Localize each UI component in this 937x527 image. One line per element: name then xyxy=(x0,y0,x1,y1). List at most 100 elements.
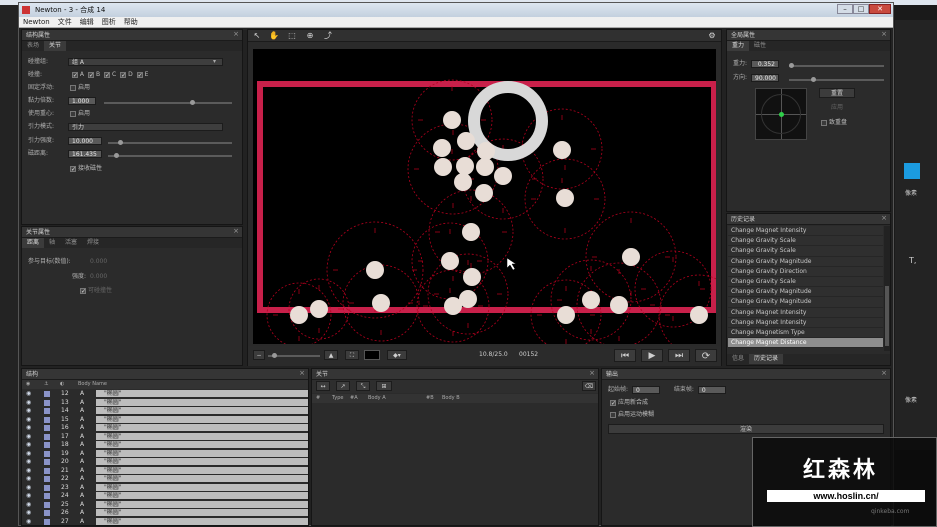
target-value[interactable]: 0.000 xyxy=(90,258,107,265)
menu-help[interactable]: 帮助 xyxy=(120,17,142,27)
row-body-name[interactable]: "椭圆" xyxy=(96,398,308,406)
slider-knob[interactable] xyxy=(118,140,123,145)
tab-weld[interactable]: 焊接 xyxy=(82,238,104,248)
table-row[interactable]: ◉ 14 A "椭圆" xyxy=(22,407,308,415)
slider-knob[interactable] xyxy=(114,153,119,158)
history-item[interactable]: Change Gravity Magnitude xyxy=(728,287,883,298)
minimize-button[interactable]: – xyxy=(837,4,853,14)
weld-joint-button[interactable]: ⊞ xyxy=(376,381,392,391)
zoom-in-button[interactable]: ▲ xyxy=(324,350,338,360)
collision-group-select[interactable]: 组 A xyxy=(68,57,223,66)
row-body-name[interactable]: "椭圆" xyxy=(96,483,308,491)
table-row[interactable]: ◉ 24 A "椭圆" xyxy=(22,492,308,500)
table-row[interactable]: ◉ 21 A "椭圆" xyxy=(22,466,308,475)
row-type[interactable]: A xyxy=(80,484,84,492)
tab-piston[interactable]: 活塞 xyxy=(60,238,82,248)
table-row[interactable]: ◉ 12 A "椭圆" xyxy=(22,390,308,398)
ae-text-tool-icon[interactable]: T, xyxy=(909,256,916,265)
export-tool-icon[interactable]: ⤴ xyxy=(322,31,334,41)
menu-file[interactable]: 文件 xyxy=(54,17,76,27)
eye-icon[interactable]: ◉ xyxy=(26,424,31,432)
history-item[interactable]: Change Gravity Magnitude xyxy=(728,297,883,308)
close-icon[interactable]: × xyxy=(299,369,305,377)
close-button[interactable]: ✕ xyxy=(869,4,891,14)
magnet-strength-slider[interactable] xyxy=(108,140,232,145)
close-icon[interactable]: × xyxy=(881,30,887,38)
row-body-name[interactable]: "椭圆" xyxy=(96,475,308,482)
slider-knob[interactable] xyxy=(190,100,195,105)
strength-value[interactable]: 0.000 xyxy=(90,273,107,280)
hand-tool-icon[interactable]: ✋ xyxy=(268,31,280,41)
row-body-name[interactable]: "椭圆" xyxy=(96,466,308,474)
history-scrollbar[interactable] xyxy=(884,226,890,351)
tab-axis[interactable]: 轴 xyxy=(44,238,60,248)
reset-button[interactable]: 重置 xyxy=(819,88,855,98)
row-type[interactable]: A xyxy=(80,407,84,415)
table-row[interactable]: ◉ 15 A "椭圆" xyxy=(22,415,308,424)
eye-icon[interactable]: ◉ xyxy=(26,475,31,483)
zoom-out-button[interactable]: − xyxy=(253,350,265,360)
close-icon[interactable]: × xyxy=(589,369,595,377)
tab-info[interactable]: 信息 xyxy=(727,354,749,364)
check-c[interactable] xyxy=(104,71,110,78)
row-type[interactable]: A xyxy=(80,416,84,424)
row-body-name[interactable]: "椭圆" xyxy=(96,390,308,397)
loop-button[interactable]: ⟳ xyxy=(695,349,717,362)
receive-magnet-checkbox[interactable] xyxy=(70,165,76,172)
history-item[interactable]: Change Magnet Distance xyxy=(728,338,883,349)
row-type[interactable]: A xyxy=(80,509,84,517)
check-e[interactable] xyxy=(136,71,143,78)
row-body-name[interactable]: "椭圆" xyxy=(96,458,308,465)
fixed-checkbox[interactable] xyxy=(70,84,76,91)
history-item[interactable]: Change Magnetism Type xyxy=(728,327,883,339)
row-body-name[interactable]: "椭圆" xyxy=(96,517,308,525)
history-item[interactable]: Change Gravity Scale xyxy=(728,236,883,247)
table-row[interactable]: ◉ 16 A "椭圆" xyxy=(22,424,308,432)
magnet-distance-field[interactable]: 161.435 xyxy=(68,149,102,158)
select-tool-icon[interactable]: ↖ xyxy=(251,31,263,41)
menu-newton[interactable]: Newton xyxy=(19,17,54,27)
gravity-field[interactable]: 0.352 xyxy=(751,59,779,68)
slider-knob[interactable] xyxy=(272,353,277,358)
magnet-mode-select[interactable]: 引力 xyxy=(68,122,223,131)
render-button[interactable]: 渲染 xyxy=(608,424,884,434)
table-row[interactable]: ◉ 18 A "椭圆" xyxy=(22,441,308,449)
row-type[interactable]: A xyxy=(80,390,84,398)
viscosity-slider[interactable] xyxy=(104,100,232,105)
table-row[interactable]: ◉ 19 A "椭圆" xyxy=(22,449,308,458)
row-type[interactable]: A xyxy=(80,475,84,483)
gravity-slider[interactable] xyxy=(789,63,884,68)
eye-icon[interactable]: ◉ xyxy=(26,492,31,500)
eye-icon[interactable]: ◉ xyxy=(26,458,31,466)
pivot-joint-button[interactable]: ↗ xyxy=(336,381,350,391)
table-row[interactable]: ◉ 26 A "椭圆" xyxy=(22,509,308,517)
row-type[interactable]: A xyxy=(80,501,84,509)
table-row[interactable]: ◉ 17 A "椭圆" xyxy=(22,432,308,441)
row-body-name[interactable]: "椭圆" xyxy=(96,415,308,423)
history-item[interactable]: Change Gravity Scale xyxy=(728,246,883,257)
row-type[interactable]: A xyxy=(80,492,84,500)
ae-color-swatch[interactable] xyxy=(904,163,920,179)
table-row[interactable]: ◉ 25 A "椭圆" xyxy=(22,500,308,509)
row-body-name[interactable]: "椭圆" xyxy=(96,509,308,516)
eye-icon[interactable]: ◉ xyxy=(26,450,31,458)
eye-icon[interactable]: ◉ xyxy=(26,407,31,415)
history-item[interactable]: Change Magnet Intensity xyxy=(728,307,883,318)
eye-icon[interactable]: ◉ xyxy=(26,509,31,517)
start-frame-field[interactable]: 0 xyxy=(632,385,660,394)
eye-icon[interactable]: ◉ xyxy=(26,441,31,449)
distance-joint-button[interactable]: ↔ xyxy=(316,381,330,391)
row-body-name[interactable]: "椭圆" xyxy=(96,449,308,457)
magnet-strength-field[interactable]: 10.000 xyxy=(68,136,102,145)
row-type[interactable]: A xyxy=(80,433,84,441)
history-item[interactable]: Change Magnet Intensity xyxy=(728,317,883,328)
scroll-thumb[interactable] xyxy=(885,286,889,346)
collide-checkbox[interactable] xyxy=(80,287,86,294)
marquee-tool-icon[interactable]: ⬚ xyxy=(286,31,298,41)
row-body-name[interactable]: "椭圆" xyxy=(96,500,308,508)
fit-button[interactable]: ⛶ xyxy=(345,350,359,360)
check-b[interactable] xyxy=(87,71,94,78)
tab-body[interactable]: 表场 xyxy=(22,41,44,51)
pin-tool-icon[interactable]: ⊕ xyxy=(304,31,316,41)
eye-icon[interactable]: ◉ xyxy=(26,467,31,475)
